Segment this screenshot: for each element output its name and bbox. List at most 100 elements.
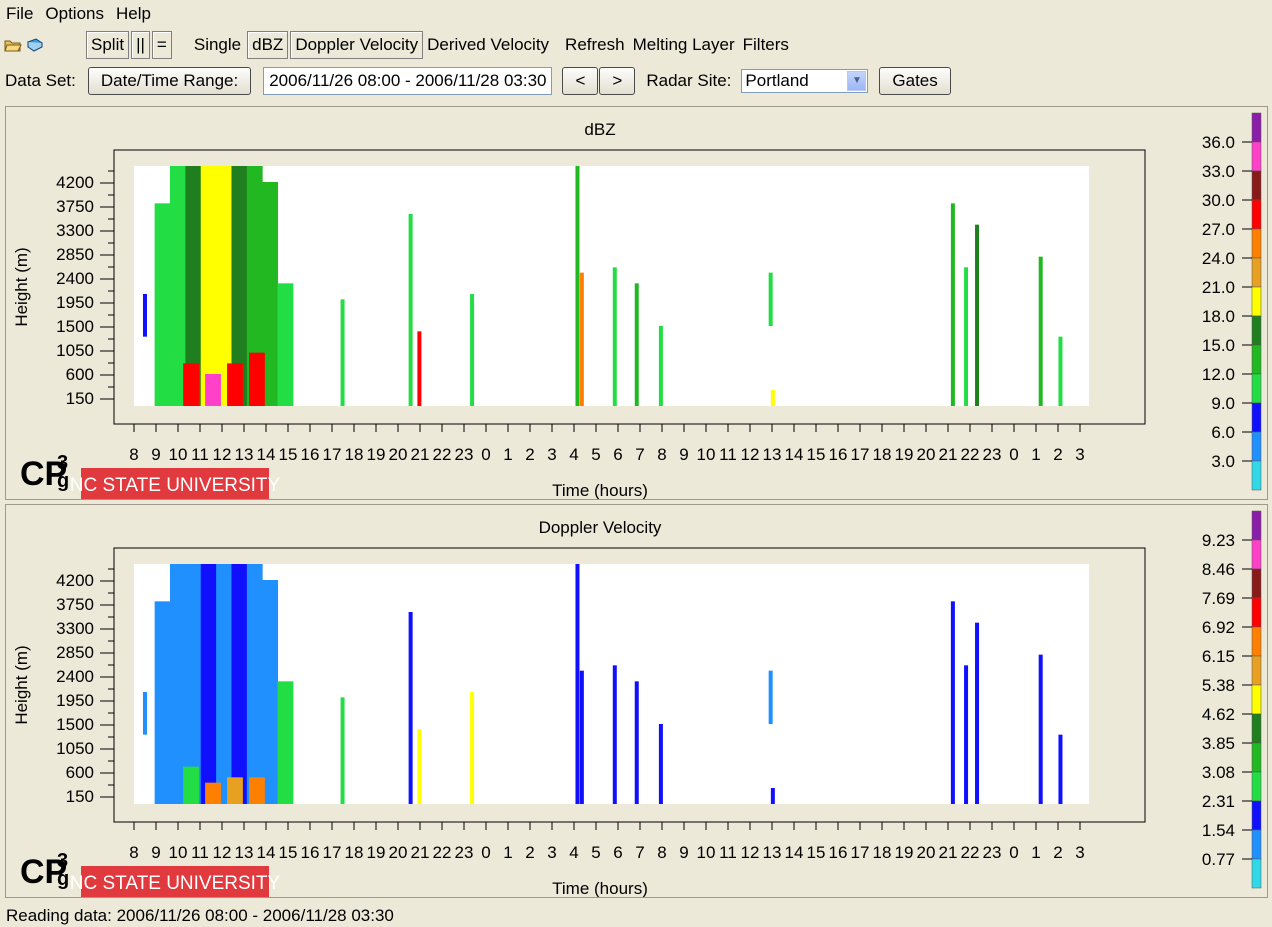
y-tick-label: 2850 xyxy=(56,643,94,662)
data-cell xyxy=(950,203,955,406)
x-tick-label: 2 xyxy=(1053,445,1062,464)
colorbar-label: 27.0 xyxy=(1202,220,1235,239)
colorbar-label: 18.0 xyxy=(1202,307,1235,326)
data-cell xyxy=(470,692,475,804)
y-tick-label: 1050 xyxy=(56,739,94,758)
y-tick-label: 1950 xyxy=(56,691,94,710)
x-tick-label: 10 xyxy=(169,843,188,862)
y-tick-label: 600 xyxy=(66,763,94,782)
x-tick-label: 14 xyxy=(257,445,276,464)
y-tick-label: 3300 xyxy=(56,221,94,240)
x-tick-label: 19 xyxy=(367,843,386,862)
data-cell xyxy=(975,622,980,804)
x-tick-label: 15 xyxy=(279,445,298,464)
doppler-velocity-toggle[interactable]: Doppler Velocity xyxy=(290,31,424,59)
colorbar-segment xyxy=(1251,713,1262,744)
university-name: NC STATE UNIVERSITY xyxy=(70,873,281,894)
data-cell xyxy=(579,670,584,804)
chevron-down-icon[interactable]: ▼ xyxy=(847,71,867,91)
colorbar-label: 6.92 xyxy=(1202,618,1235,637)
previous-button[interactable]: < xyxy=(562,67,599,95)
save-book-icon[interactable] xyxy=(26,37,44,53)
menu-options[interactable]: Options xyxy=(39,4,110,24)
x-tick-label: 10 xyxy=(169,445,188,464)
data-cell xyxy=(183,363,199,406)
date-range-field[interactable]: 2006/11/26 08:00 - 2006/11/28 03:30 xyxy=(263,67,553,95)
x-tick-label: 19 xyxy=(895,843,914,862)
data-cell xyxy=(768,272,773,326)
x-tick-label: 8 xyxy=(657,445,666,464)
y-tick-label: 3750 xyxy=(56,595,94,614)
x-tick-label: 22 xyxy=(961,445,980,464)
date-time-range-button[interactable]: Date/Time Range: xyxy=(87,67,252,95)
x-tick-label: 2 xyxy=(525,445,534,464)
x-tick-label: 7 xyxy=(635,843,644,862)
svg-text:g: g xyxy=(57,868,69,890)
colorbar-segment xyxy=(1251,228,1262,259)
x-tick-label: 15 xyxy=(807,843,826,862)
derived-velocity-toggle[interactable]: Derived Velocity xyxy=(423,33,553,57)
colorbar-segment xyxy=(1251,431,1262,462)
x-tick-label: 12 xyxy=(741,445,760,464)
gates-button[interactable]: Gates xyxy=(879,67,951,95)
colorbar-label: 21.0 xyxy=(1202,278,1235,297)
x-tick-label: 9 xyxy=(151,445,160,464)
data-cell xyxy=(216,564,232,804)
colorbar-segment xyxy=(1251,684,1262,715)
menu-help[interactable]: Help xyxy=(110,4,157,24)
x-tick-label: 6 xyxy=(613,445,622,464)
colorbar-segment xyxy=(1251,315,1262,346)
equals-button[interactable]: = xyxy=(151,31,172,59)
menu-file[interactable]: File xyxy=(0,4,39,24)
x-tick-label: 1 xyxy=(503,445,512,464)
data-cell xyxy=(1058,734,1063,804)
y-tick-label: 1050 xyxy=(56,341,94,360)
split-button[interactable]: Split xyxy=(86,31,130,59)
data-cell xyxy=(575,564,580,804)
radar-site-select[interactable]: Portland ▼ xyxy=(741,69,869,93)
refresh-button[interactable]: Refresh xyxy=(561,33,629,57)
colorbar-label: 6.0 xyxy=(1211,423,1235,442)
next-button[interactable]: > xyxy=(599,67,636,95)
colorbar-label: 33.0 xyxy=(1202,162,1235,181)
x-tick-label: 13 xyxy=(763,843,782,862)
x-tick-label: 16 xyxy=(829,445,848,464)
x-tick-label: 3 xyxy=(1075,843,1084,862)
colorbar-label: 15.0 xyxy=(1202,336,1235,355)
filters-toggle[interactable]: Filters xyxy=(739,33,793,57)
menu-bar: File Options Help xyxy=(0,0,1272,27)
x-tick-label: 11 xyxy=(719,843,737,862)
data-cell xyxy=(205,374,221,406)
y-tick-label: 2850 xyxy=(56,245,94,264)
parallel-button[interactable]: || xyxy=(131,31,150,59)
x-tick-label: 22 xyxy=(433,843,452,862)
y-tick-label: 3750 xyxy=(56,197,94,216)
dbz-toggle[interactable]: dBZ xyxy=(247,31,289,59)
x-tick-label: 0 xyxy=(1009,843,1018,862)
y-tick-label: 600 xyxy=(66,365,94,384)
colorbar-segment xyxy=(1251,742,1262,773)
x-tick-label: 4 xyxy=(569,843,578,862)
x-tick-label: 9 xyxy=(679,445,688,464)
open-folder-icon[interactable] xyxy=(4,37,22,53)
x-tick-label: 19 xyxy=(895,445,914,464)
x-tick-label: 3 xyxy=(547,445,556,464)
colorbar-label: 0.77 xyxy=(1202,850,1235,869)
data-cell xyxy=(227,363,243,406)
y-tick-label: 3300 xyxy=(56,619,94,638)
y-tick-label: 2400 xyxy=(56,269,94,288)
melting-layer-toggle[interactable]: Melting Layer xyxy=(629,33,739,57)
colorbar-segment xyxy=(1251,286,1262,317)
single-toggle[interactable]: Single xyxy=(190,33,245,57)
data-cell xyxy=(231,564,248,804)
data-cell xyxy=(246,564,263,804)
colorbar-segment xyxy=(1251,858,1262,889)
data-cell xyxy=(770,390,775,406)
data-cell xyxy=(277,283,294,406)
dbz-panel: dBZ 4200 3750 3300 2850 2400 1950 1500 1050 600 15… xyxy=(5,106,1268,500)
colorbar-segment xyxy=(1251,829,1262,860)
x-tick-label: 7 xyxy=(635,445,644,464)
cp3g-logo: CP3g xyxy=(20,850,69,891)
x-tick-label: 15 xyxy=(807,445,826,464)
y-tick-label: 150 xyxy=(66,389,94,408)
